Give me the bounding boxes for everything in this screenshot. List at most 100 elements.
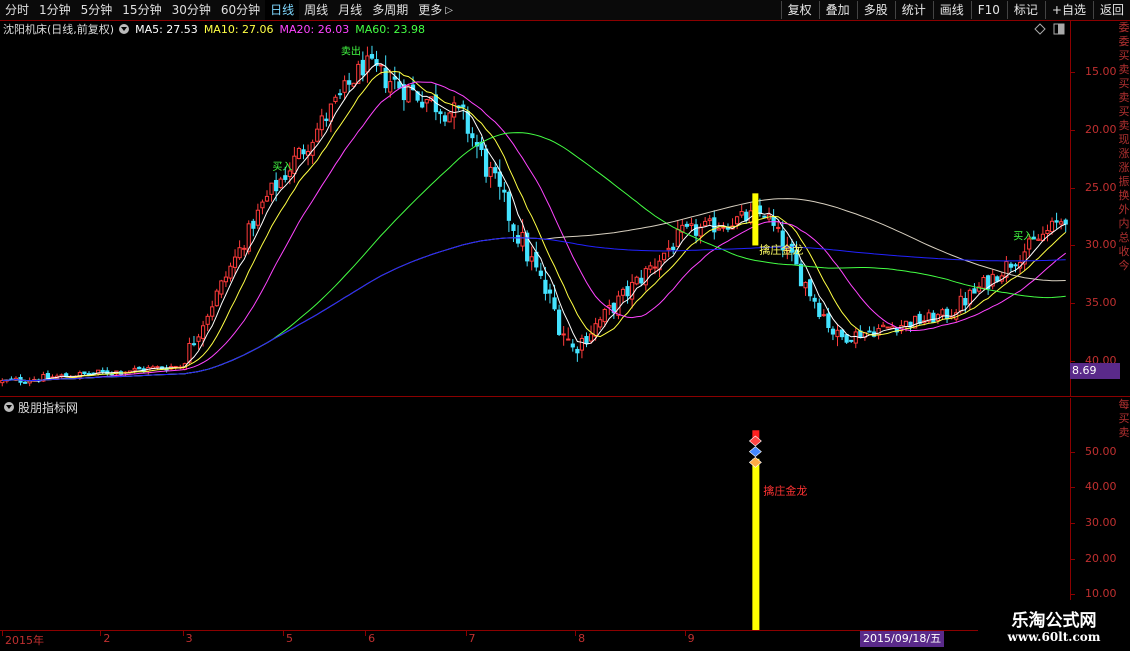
tab-period-4[interactable]: 30分钟 <box>167 0 216 20</box>
candle-body <box>867 330 872 333</box>
quote-strip-label: 委 <box>1118 35 1130 48</box>
candle-body <box>511 224 516 231</box>
candle-body <box>570 343 575 348</box>
candle-body <box>853 331 858 344</box>
time-tick-label: 5 <box>285 632 293 645</box>
toolbar-button-5[interactable]: F10 <box>970 1 1006 19</box>
candle-body <box>342 80 347 93</box>
candle-body <box>830 328 836 335</box>
tab-period-1[interactable]: 1分钟 <box>34 0 76 20</box>
candle-body <box>661 252 667 261</box>
candle-body <box>237 247 242 259</box>
candle-body <box>620 288 626 296</box>
quote-strip-label: 涨 <box>1118 147 1130 160</box>
candle-body <box>255 209 260 226</box>
candle-body <box>698 226 703 237</box>
candle-body <box>264 195 270 202</box>
candle-body <box>228 265 233 279</box>
candle-body <box>406 85 411 103</box>
candle-body <box>625 286 630 297</box>
tab-period-3[interactable]: 15分钟 <box>117 0 166 20</box>
candle-body <box>835 329 840 338</box>
tab-period-2[interactable]: 5分钟 <box>76 0 118 20</box>
time-axis: 2015年 2 3 5 6 7 8 9 <box>0 630 1130 651</box>
candle-body <box>223 276 229 283</box>
tab-period-8[interactable]: 月线 <box>333 0 367 20</box>
indicator-title[interactable]: 股朋指标网 <box>18 399 78 416</box>
toolbar-button-6[interactable]: 标记 <box>1006 1 1044 19</box>
candle-body <box>616 295 621 316</box>
indicator-tick-mark <box>1071 451 1075 453</box>
candle-body <box>693 224 699 236</box>
ma120-line <box>2 198 1066 382</box>
buy-signal-label: 买入 <box>272 161 292 173</box>
toolbar-button-7[interactable]: +自选 <box>1044 1 1092 19</box>
candlestick-chart[interactable]: 擒庄金龙卖出买入买入 <box>0 37 1070 396</box>
toolbar-button-3[interactable]: 统计 <box>894 1 932 19</box>
panel-divider <box>0 396 1130 397</box>
toolbar-button-2[interactable]: 多股 <box>856 1 894 19</box>
price-tick-label: 30.00 <box>1085 238 1117 252</box>
tab-period-10[interactable]: 更多 <box>413 0 447 20</box>
candle-body <box>817 302 822 317</box>
quote-strip-label: 内 <box>1118 217 1130 230</box>
price-axis: 40.00 35.00 30.00 25.00 20.00 15.00 <box>1070 21 1119 397</box>
candle-body <box>881 324 886 328</box>
candle-body <box>1045 230 1050 235</box>
candle-body <box>132 367 137 371</box>
diamond-gem-icon <box>748 456 762 468</box>
candle-body <box>45 373 51 379</box>
ma10-line <box>2 70 1067 382</box>
tab-period-9[interactable]: 多周期 <box>367 0 413 20</box>
toolbar-button-1[interactable]: 叠加 <box>818 1 856 19</box>
candle-body <box>598 319 603 328</box>
candle-body <box>566 338 571 341</box>
candle-body <box>1054 220 1059 223</box>
chevron-down-icon[interactable] <box>4 402 14 412</box>
diamond-gem-icon <box>748 435 762 447</box>
ma5-line <box>2 63 1066 382</box>
tab-period-7[interactable]: 周线 <box>299 0 333 20</box>
candle-body <box>210 306 215 317</box>
candle-body <box>739 211 744 216</box>
ma60-label: MA60: 23.98 <box>355 22 425 36</box>
candle-body <box>242 247 247 250</box>
price-tick-label: 25.00 <box>1085 180 1117 194</box>
toolbar-button-8[interactable]: 返回 <box>1092 1 1130 19</box>
quote-strip-label: 买 <box>1118 105 1130 118</box>
quote-strip-label: 换 <box>1118 189 1130 202</box>
indicator-tick-label: 20.00 <box>1085 551 1117 565</box>
candle-body <box>967 289 972 305</box>
candle-body <box>538 270 543 276</box>
ma10-label: MA10: 27.06 <box>203 22 274 36</box>
candle-body <box>488 166 493 177</box>
candle-body <box>826 313 831 328</box>
price-tick-label: 35.00 <box>1085 296 1117 310</box>
candle-body <box>940 309 945 316</box>
candle-body <box>201 325 206 339</box>
candle-body <box>82 371 87 375</box>
indicator-header: 股朋指标网 <box>0 398 78 416</box>
candle-body <box>944 308 950 320</box>
candle-body <box>808 279 813 297</box>
candle-body <box>639 277 644 284</box>
candle-body <box>675 229 680 247</box>
candle-body <box>584 336 589 344</box>
toolbar-button-0[interactable]: 复权 <box>780 1 818 19</box>
candle-body <box>849 339 854 342</box>
price-tick-mark <box>1071 71 1075 73</box>
chevron-right-icon[interactable]: ▷ <box>445 5 453 16</box>
indicator-chart[interactable]: 擒庄金龙 <box>0 416 1070 630</box>
quote-strip-label: 涨 <box>1118 161 1130 174</box>
quote-strip-label: 振 <box>1118 175 1130 188</box>
tab-period-6[interactable]: 日线 <box>265 0 300 20</box>
candle-body <box>251 220 256 229</box>
candle-body <box>424 99 429 104</box>
tab-period-0[interactable]: 分时 <box>0 0 34 20</box>
candle-body <box>552 297 557 310</box>
tab-period-5[interactable]: 60分钟 <box>216 0 265 20</box>
ma-settings-icon[interactable] <box>119 24 130 34</box>
indicator-strip-label: 卖 <box>1118 426 1130 439</box>
toolbar-button-4[interactable]: 画线 <box>932 1 970 19</box>
candle-body <box>470 133 475 139</box>
